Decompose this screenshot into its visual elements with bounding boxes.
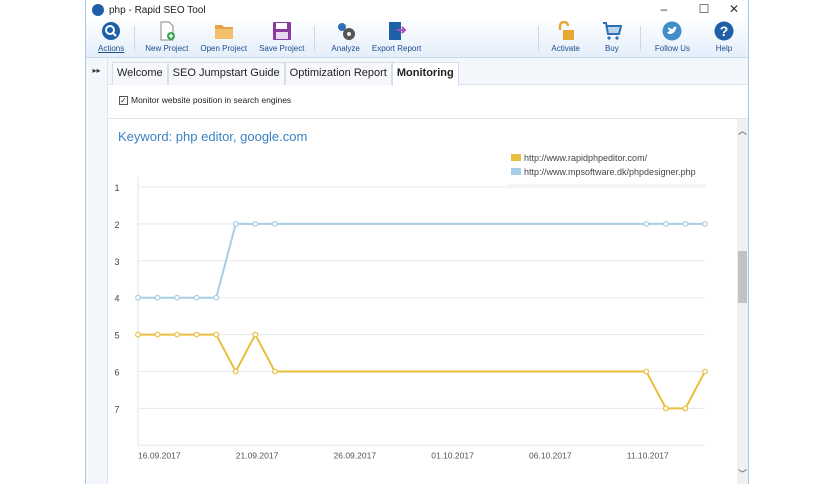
search-circle-icon (102, 22, 121, 40)
export-report-button[interactable]: Export Report (366, 20, 427, 57)
toolbar-separator (314, 26, 316, 51)
data-point (271, 368, 278, 375)
scrollbar-thumb[interactable] (738, 251, 747, 303)
monitor-checkbox[interactable]: ✓ Monitor website position in search eng… (119, 95, 291, 105)
x-tick-label: 16.09.2017 (138, 450, 181, 460)
data-point (193, 294, 200, 301)
help-icon: ? (714, 21, 734, 41)
data-point (252, 220, 259, 227)
data-point (662, 405, 669, 412)
x-tick-label: 01.10.2017 (431, 450, 474, 460)
data-point (682, 220, 689, 227)
data-point (174, 294, 180, 301)
data-point (643, 368, 650, 375)
tab-bar: Welcome SEO Jumpstart Guide Optimization… (108, 58, 748, 86)
new-file-icon (160, 21, 175, 41)
monitoring-panel: Keyword: php editor, google.com 12345671… (108, 118, 748, 484)
close-button[interactable]: ✕ (719, 2, 749, 16)
data-point (193, 331, 200, 338)
data-point (702, 220, 708, 227)
y-tick-label: 4 (114, 294, 119, 304)
position-chart: 1 2 3 4 5 6 7 16.09.2017 21.09.2017 26.09.2017 01.… (114, 153, 708, 460)
data-point (232, 368, 239, 375)
sidebar-toggle[interactable]: ▸▸ (86, 58, 108, 484)
y-tick-label: 1 (114, 183, 119, 193)
vertical-scrollbar[interactable]: ︿ ﹀ (737, 119, 748, 484)
title-bar: php - Rapid SEO Tool – ☐ ✕ (86, 0, 748, 20)
actions-button[interactable]: Actions (92, 20, 130, 57)
toolbar-separator (134, 26, 136, 51)
export-icon (388, 22, 406, 40)
tab-optimization-report[interactable]: Optimization Report (284, 62, 392, 85)
scroll-down-icon[interactable]: ﹀ (737, 467, 748, 480)
data-point (662, 220, 669, 227)
data-point (702, 368, 708, 375)
open-project-button[interactable]: Open Project (194, 20, 253, 57)
y-tick-label: 5 (114, 331, 119, 341)
gears-icon (337, 23, 355, 40)
legend-label: http://www.rapidphpeditor.com/ (524, 153, 648, 163)
follow-us-button[interactable]: Follow Us (645, 20, 700, 57)
checkbox-checked-icon: ✓ (119, 95, 128, 105)
window-title: php - Rapid SEO Tool (109, 4, 206, 16)
data-point (154, 294, 161, 301)
x-tick-label: 26.09.2017 (334, 450, 377, 460)
x-tick-label: 06.10.2017 (529, 450, 572, 460)
analyze-button[interactable]: Analyze (325, 20, 365, 57)
help-button[interactable]: ? Help (700, 20, 748, 57)
svg-text:?: ? (720, 23, 729, 39)
legend-swatch (511, 154, 521, 161)
y-tick-label: 7 (114, 404, 119, 414)
y-tick-label: 6 (114, 368, 119, 378)
x-tick-label: 21.09.2017 (236, 450, 279, 460)
data-point (174, 331, 180, 338)
maximize-button[interactable]: ☐ (689, 2, 719, 16)
x-tick-label: 11.10.2017 (627, 450, 669, 460)
new-project-button[interactable]: New Project (139, 20, 194, 57)
app-window: php - Rapid SEO Tool – ☐ ✕ Actions New P… (85, 0, 749, 484)
app-logo-icon (92, 4, 104, 16)
data-point (154, 331, 161, 338)
twitter-icon (662, 21, 682, 41)
data-point (682, 405, 689, 412)
scroll-up-icon[interactable]: ︿ (737, 124, 748, 137)
save-project-button[interactable]: Save Project (253, 20, 310, 57)
unlock-icon (558, 21, 574, 40)
toolbar: Actions New Project Open Project Save Pr… (86, 20, 748, 58)
toolbar-separator (538, 26, 540, 51)
tab-monitoring[interactable]: Monitoring (391, 62, 459, 86)
legend-swatch (511, 168, 521, 175)
legend-label: http://www.mpsoftware.dk/phpdesigner.php (524, 167, 696, 177)
data-point (135, 331, 141, 338)
data-point (643, 220, 650, 227)
floppy-disk-icon (272, 22, 291, 40)
y-tick-label: 3 (114, 257, 119, 267)
data-point (271, 220, 278, 227)
data-point (252, 331, 259, 338)
data-point (232, 220, 239, 227)
data-point (213, 294, 220, 301)
buy-button[interactable]: Buy (588, 20, 636, 57)
folder-icon (214, 25, 233, 39)
tab-welcome[interactable]: Welcome (112, 62, 168, 85)
toolbar-separator (639, 26, 641, 51)
data-point (135, 294, 141, 301)
tab-seo-jumpstart-guide[interactable]: SEO Jumpstart Guide (167, 62, 285, 85)
y-tick-label: 2 (114, 220, 119, 230)
minimize-button[interactable]: – (649, 2, 679, 16)
cart-icon (602, 22, 622, 40)
activate-button[interactable]: Activate (543, 20, 587, 57)
data-point (213, 331, 220, 338)
